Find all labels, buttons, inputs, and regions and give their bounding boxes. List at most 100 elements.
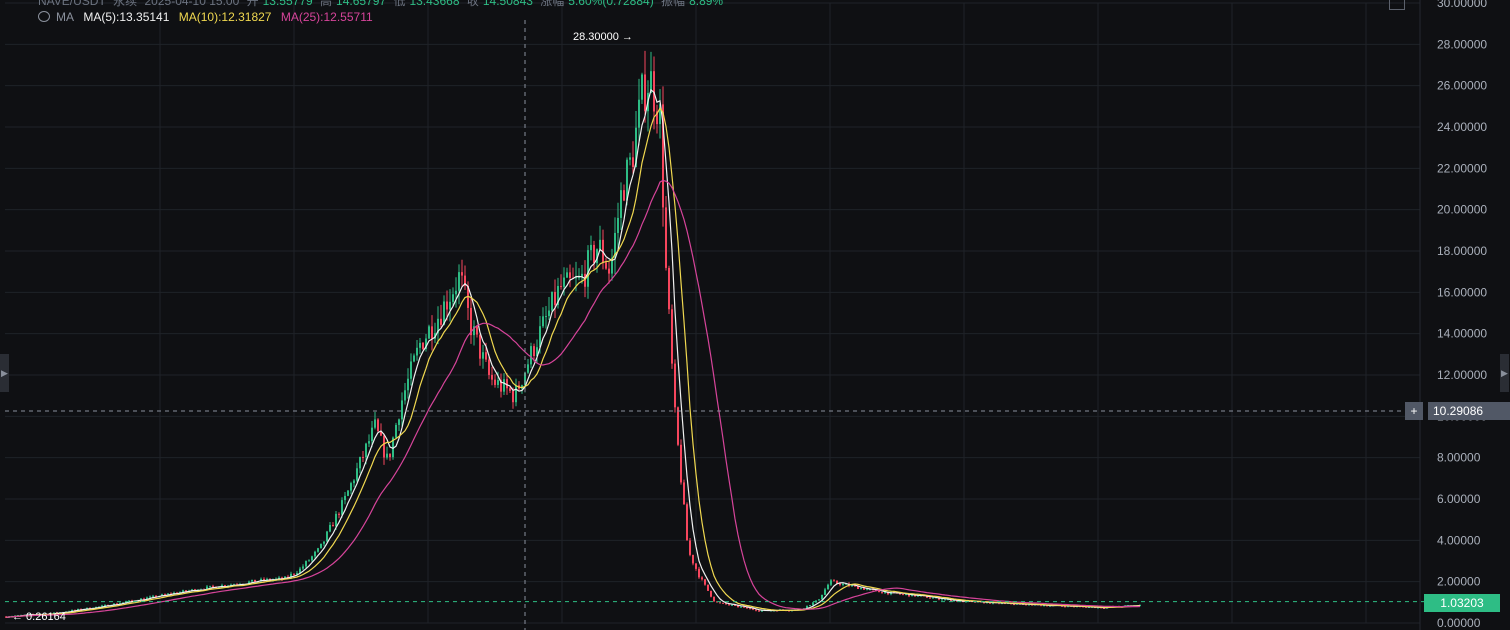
y-tick-label: 6.00000: [1437, 492, 1481, 506]
candle-body: [809, 605, 811, 607]
last-price-tag: 1.03203: [1424, 594, 1500, 612]
candle-body: [416, 347, 418, 356]
candle-body: [593, 244, 595, 264]
candle-body: [749, 608, 751, 610]
y-tick-label: 0.00000: [1437, 616, 1481, 630]
y-tick-label: 30.00000: [1437, 0, 1487, 10]
candle-body: [329, 524, 331, 532]
chevron-left-icon[interactable]: ▶: [0, 354, 9, 392]
candle-body: [731, 604, 733, 606]
chevron-right-icon[interactable]: ▶: [1500, 354, 1509, 392]
date-label: 2025-04-10 15:00: [144, 0, 240, 8]
candle-body: [149, 596, 151, 598]
candle-body: [566, 272, 568, 278]
candle-body: [332, 524, 334, 527]
candle-body: [314, 551, 316, 557]
candle-body: [398, 419, 400, 425]
candle-body: [182, 590, 184, 593]
fullscreen-icon[interactable]: [1389, 0, 1405, 10]
y-tick-label: 12.00000: [1437, 368, 1487, 382]
close-value: 14.50843: [482, 0, 533, 8]
candle-body: [320, 543, 322, 549]
candle-body: [812, 602, 814, 606]
candle-body: [362, 456, 364, 458]
candle-body: [620, 190, 622, 218]
candle-body: [818, 599, 820, 601]
ma10-legend: MA(10):12.31827: [178, 10, 272, 24]
candle-body: [713, 596, 715, 602]
candle-body: [356, 468, 358, 481]
candle-body: [605, 262, 607, 269]
candle-body: [311, 556, 313, 561]
candle-body: [293, 573, 295, 575]
y-tick-label: 26.00000: [1437, 79, 1487, 93]
ma5-legend: MA(5):13.35141: [83, 10, 170, 24]
price-chart[interactable]: 0.000002.000004.000006.000008.0000010.00…: [0, 0, 1510, 630]
ma-title[interactable]: MA: [56, 10, 74, 24]
candlestick-series: [5, 50, 1141, 618]
candle-body: [497, 380, 499, 385]
candle-body: [512, 390, 514, 403]
amplitude-value: 8.89%: [689, 0, 724, 8]
ma25-line: [5, 179, 1141, 618]
candle-body: [371, 427, 373, 442]
candle-body: [866, 589, 868, 591]
candle-body: [212, 585, 214, 587]
candle-body: [440, 318, 442, 325]
candle-body: [689, 540, 691, 555]
candle-body: [677, 407, 679, 445]
y-tick-label: 22.00000: [1437, 161, 1487, 175]
candle-body: [344, 495, 346, 501]
candle-body: [545, 316, 547, 318]
candle-body: [617, 217, 619, 233]
candle-body: [152, 595, 154, 597]
candle-body: [506, 379, 508, 389]
candle-body: [632, 157, 634, 168]
candle-body: [563, 277, 565, 287]
ohlc-header: NAVE/USDT 永续 2025-04-10 15:00 开 13.55779 …: [38, 0, 727, 9]
candle-body: [719, 602, 721, 604]
candle-body: [185, 590, 187, 592]
y-tick-label: 18.00000: [1437, 244, 1487, 258]
candle-body: [503, 379, 505, 392]
candle-body: [542, 316, 544, 327]
candle-body: [827, 584, 829, 590]
candle-body: [428, 326, 430, 339]
high-value: 14.65797: [336, 0, 387, 8]
candle-body: [758, 610, 760, 612]
open-value: 13.55779: [262, 0, 313, 8]
y-tick-label: 16.00000: [1437, 285, 1487, 299]
chart-grid: [5, 0, 1421, 630]
candle-body: [419, 342, 421, 348]
candle-body: [929, 597, 931, 599]
close-label: 收: [466, 0, 479, 8]
high-label: 高: [320, 0, 333, 8]
candle-body: [833, 580, 835, 582]
candle-body: [851, 585, 853, 587]
y-tick-label: 28.00000: [1437, 37, 1487, 51]
candle-body: [704, 579, 706, 585]
candle-body: [338, 513, 340, 515]
ma10-line: [5, 107, 1141, 618]
eye-icon[interactable]: [38, 11, 50, 22]
candle-body: [668, 267, 670, 310]
candle-body: [932, 597, 934, 599]
candle-body: [722, 602, 724, 604]
candle-body: [401, 400, 403, 420]
candle-body: [560, 286, 562, 288]
candle-body: [608, 268, 610, 274]
candle-body: [665, 207, 667, 268]
candle-body: [446, 301, 448, 310]
chart-markers: [5, 20, 1424, 630]
candle-body: [305, 561, 307, 567]
candle-body: [674, 363, 676, 408]
candle-body: [842, 583, 844, 585]
candle-body: [377, 419, 379, 432]
candle-body: [941, 599, 943, 601]
candle-body: [944, 599, 946, 601]
candle-body: [458, 272, 460, 291]
candle-body: [623, 190, 625, 201]
candle-body: [692, 554, 694, 564]
candle-body: [479, 334, 481, 359]
plus-icon[interactable]: +: [1405, 402, 1423, 420]
